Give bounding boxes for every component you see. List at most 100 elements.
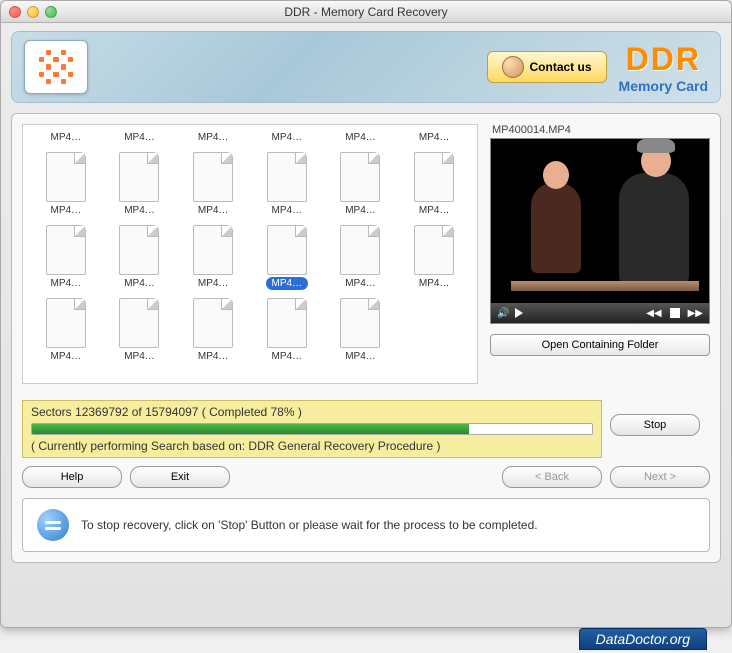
file-icon [119, 298, 159, 348]
app-window: DDR - Memory Card Recovery Contact us DD… [0, 0, 732, 628]
file-icon [193, 298, 233, 348]
file-label: MP4… [118, 350, 161, 363]
file-label: MP4… [413, 131, 456, 144]
file-label: MP4… [118, 131, 161, 144]
file-item[interactable]: MP4… [326, 129, 396, 146]
file-label: MP4… [266, 204, 309, 217]
file-item[interactable]: MP4… [105, 223, 175, 292]
traffic-lights [9, 6, 57, 18]
file-label: MP4… [339, 277, 382, 290]
file-item[interactable]: MP4… [31, 223, 101, 292]
file-icon [267, 225, 307, 275]
file-label: MP4… [266, 277, 309, 290]
file-label: MP4… [192, 350, 235, 363]
file-icon [46, 225, 86, 275]
file-item[interactable]: MP4… [252, 129, 322, 146]
file-item[interactable]: MP4… [252, 150, 322, 219]
exit-button[interactable]: Exit [130, 466, 230, 488]
file-label: MP4… [339, 350, 382, 363]
preview-column: MP400014.MP4 🔊 ◀◀ [490, 124, 710, 384]
open-containing-folder-button[interactable]: Open Containing Folder [490, 334, 710, 356]
file-item[interactable]: MP4… [31, 296, 101, 365]
file-icon [46, 152, 86, 202]
main-panel: MP4… MP4… MP4… MP4… MP4… MP4… MP4… MP4… MP4… MP4…… [11, 113, 721, 563]
play-icon[interactable] [515, 308, 523, 318]
stop-button[interactable]: Stop [610, 414, 700, 436]
file-item[interactable]: MP4… [105, 129, 175, 146]
brand-block: DDR Memory Card [619, 41, 708, 94]
zoom-button[interactable] [45, 6, 57, 18]
next-button[interactable]: Next > [610, 466, 710, 488]
file-item[interactable]: MP4… [105, 150, 175, 219]
person-icon [502, 56, 524, 78]
file-item[interactable]: MP4… [105, 296, 175, 365]
back-button[interactable]: < Back [502, 466, 602, 488]
volume-icon[interactable]: 🔊 [497, 308, 507, 318]
file-item[interactable]: MP4… [326, 223, 396, 292]
file-item[interactable]: MP4… [252, 296, 322, 365]
file-label: MP4… [118, 277, 161, 290]
hint-text: To stop recovery, click on 'Stop' Button… [81, 518, 538, 532]
footer-link[interactable]: DataDoctor.org [579, 628, 707, 650]
video-frame [491, 139, 709, 323]
file-item[interactable]: MP4… [178, 129, 248, 146]
file-icon [340, 298, 380, 348]
contact-us-button[interactable]: Contact us [487, 51, 607, 83]
file-label: MP4… [192, 131, 235, 144]
app-logo [24, 40, 88, 94]
file-label: MP4… [339, 204, 382, 217]
file-label: MP4… [45, 131, 88, 144]
file-label: MP4… [339, 131, 382, 144]
file-label: MP4… [266, 131, 309, 144]
file-item[interactable]: MP4… [31, 150, 101, 219]
file-icon [193, 225, 233, 275]
file-label: MP4… [45, 204, 88, 217]
preview-filename: MP400014.MP4 [490, 124, 710, 136]
file-icon [340, 152, 380, 202]
file-item[interactable]: MP4… [326, 150, 396, 219]
file-item[interactable]: MP4… [326, 296, 396, 365]
file-label: MP4… [192, 204, 235, 217]
file-grid[interactable]: MP4… MP4… MP4… MP4… MP4… MP4… MP4… MP4… MP4… MP4…… [22, 124, 478, 384]
stop-icon[interactable] [670, 308, 680, 318]
file-item[interactable]: MP4… [178, 296, 248, 365]
file-icon [414, 152, 454, 202]
file-item[interactable]: MP4… [399, 129, 469, 146]
file-icon [119, 152, 159, 202]
file-item[interactable]: MP4… [399, 150, 469, 219]
video-controls: 🔊 ◀◀ ▶▶ [491, 303, 709, 323]
file-item[interactable]: MP4… [31, 129, 101, 146]
file-label: MP4… [192, 277, 235, 290]
info-icon [37, 509, 69, 541]
forward-icon[interactable]: ▶▶ [688, 308, 703, 319]
progress-panel: Sectors 12369792 of 15794097 ( Completed… [22, 400, 602, 458]
file-label: MP4… [266, 350, 309, 363]
minimize-button[interactable] [27, 6, 39, 18]
close-button[interactable] [9, 6, 21, 18]
file-item[interactable]: MP4… [178, 223, 248, 292]
file-label: MP4… [413, 204, 456, 217]
contact-us-label: Contact us [530, 60, 592, 74]
window-title: DDR - Memory Card Recovery [57, 5, 675, 19]
file-label: MP4… [118, 204, 161, 217]
file-label: MP4… [45, 350, 88, 363]
file-icon [414, 225, 454, 275]
video-preview[interactable]: 🔊 ◀◀ ▶▶ [490, 138, 710, 324]
wizard-buttons: Help Exit < Back Next > [22, 466, 710, 488]
titlebar: DDR - Memory Card Recovery [1, 1, 731, 23]
file-item[interactable]: MP4… [399, 223, 469, 292]
brand-subtitle: Memory Card [619, 78, 708, 94]
file-item[interactable]: MP4… [178, 150, 248, 219]
file-icon [46, 298, 86, 348]
progress-bar [31, 423, 593, 435]
brand-title: DDR [619, 41, 708, 78]
file-icon [119, 225, 159, 275]
rewind-icon[interactable]: ◀◀ [646, 308, 661, 319]
help-button[interactable]: Help [22, 466, 122, 488]
file-icon [267, 152, 307, 202]
file-item[interactable]: MP4… [252, 223, 322, 292]
file-icon [267, 298, 307, 348]
progress-sectors-text: Sectors 12369792 of 15794097 ( Completed… [31, 405, 593, 419]
progress-mode-text: ( Currently performing Search based on: … [31, 439, 593, 453]
file-icon [340, 225, 380, 275]
